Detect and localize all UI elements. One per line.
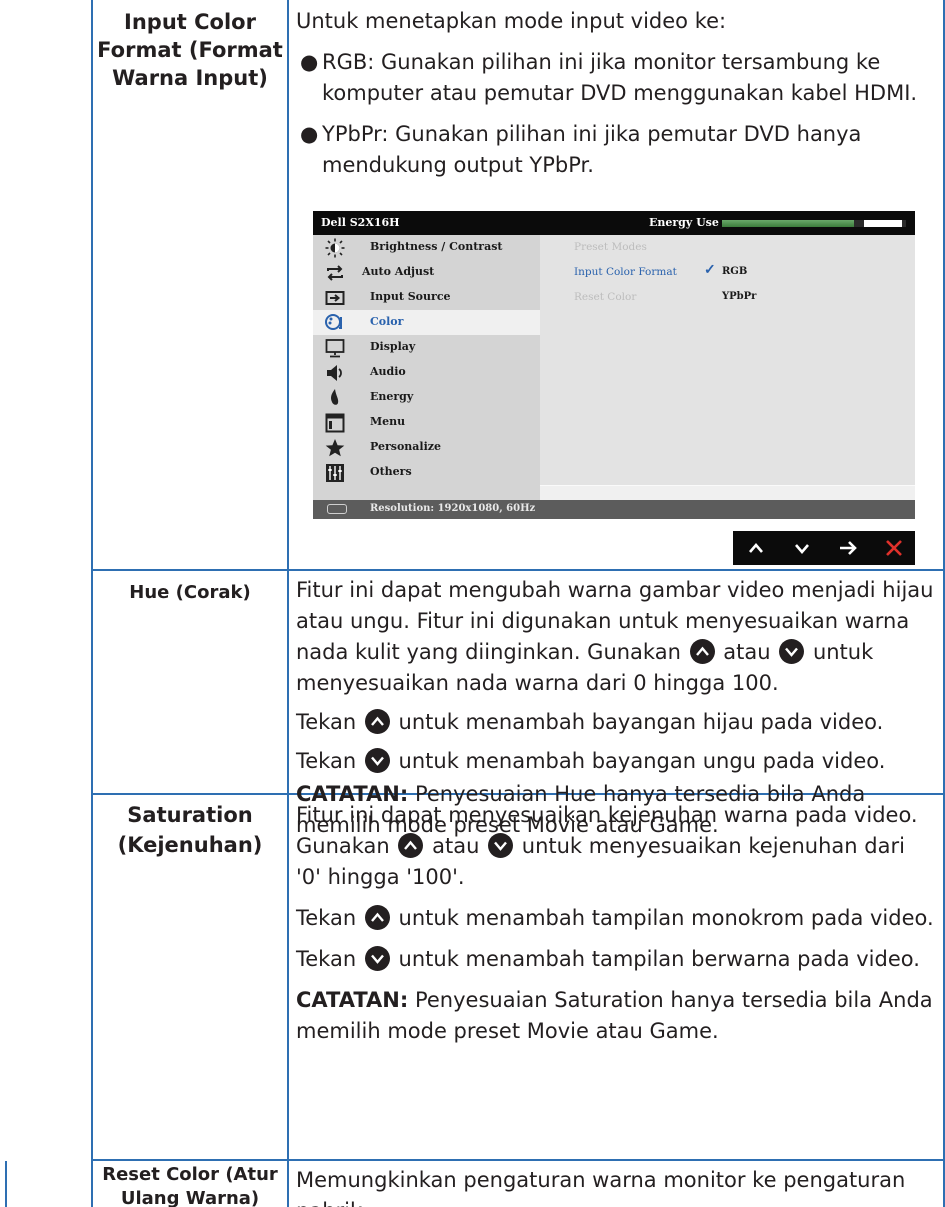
menu-item-energy[interactable]: Energy: [313, 385, 540, 410]
row-label-hue: Hue (Corak): [129, 582, 251, 603]
option-rgb[interactable]: RGB: [722, 266, 747, 277]
menu-item-menu[interactable]: Menu: [313, 410, 540, 435]
energy-use-meter: [722, 220, 906, 227]
table-outer-edge: [5, 1161, 7, 1207]
row-desc-input-color-format: Untuk menetapkan mode input video ke: ● R…: [296, 6, 936, 181]
menu-item-color[interactable]: Color: [313, 310, 540, 335]
submenu-empty-row: [540, 435, 915, 461]
menu-item-brightness-contrast[interactable]: Brightness / Contrast: [313, 235, 540, 260]
vga-connector-icon: [327, 504, 347, 514]
row-label-input-color-format: Input Color Format (Format Warna Input): [97, 10, 283, 90]
down-button-icon: [364, 946, 390, 971]
menu-item-audio[interactable]: Audio: [313, 360, 540, 385]
menu-item-input-source[interactable]: Input Source: [313, 285, 540, 310]
intro-text: Untuk menetapkan mode input video ke:: [296, 9, 727, 33]
display-icon: [325, 339, 345, 358]
up-button-icon: [689, 639, 715, 664]
audio-icon: [327, 365, 342, 381]
down-button-icon: [779, 639, 805, 664]
osd-button-bar: [733, 531, 915, 565]
resolution-text: Resolution: 1920x1080, 60Hz: [370, 503, 536, 514]
submenu-preset-modes[interactable]: Preset Modes: [540, 235, 915, 261]
saturation-paragraph-3: Tekan untuk menambah tampilan berwarna p…: [296, 946, 920, 971]
row-label-saturation: Saturation (Kejenuhan): [117, 803, 263, 857]
color-icon: [325, 314, 342, 330]
saturation-paragraph-1: Fitur ini dapat menyesuaikan kejenuhan w…: [296, 803, 918, 889]
checkmark-icon: ✓: [704, 262, 716, 278]
personalize-icon: [325, 439, 345, 457]
option-ypbpr[interactable]: YPbPr: [722, 291, 756, 302]
up-button-icon: [364, 709, 390, 734]
osd-status-bar: Resolution: 1920x1080, 60Hz: [313, 500, 915, 519]
row-label-reset-color: Reset Color (Atur Ulang Warna): [102, 1164, 278, 1207]
osd-submenu: Preset Modes Input Color Format ✓ RGB Re…: [540, 235, 915, 500]
menu-icon: [325, 413, 345, 433]
osd-model-title: Dell S2X16H: [321, 216, 400, 229]
others-icon: [326, 464, 344, 482]
submenu-empty-row: [540, 360, 915, 386]
right-arrow-icon[interactable]: [837, 537, 859, 559]
osd-menu-screenshot: Dell S2X16H Energy Use Brightness / Cont…: [313, 211, 915, 519]
hue-paragraph-2: Tekan untuk menambah bayangan hijau pada…: [296, 709, 884, 734]
osd-main-menu: Brightness / Contrast Auto Adjust Input …: [313, 235, 540, 500]
manual-page: Input Color Format (Format Warna Input) …: [0, 0, 945, 1207]
brightness-icon: [325, 238, 345, 258]
submenu-empty-row: [540, 410, 915, 436]
submenu-empty-row: [540, 335, 915, 361]
menu-item-personalize[interactable]: Personalize: [313, 435, 540, 460]
menu-item-auto-adjust[interactable]: Auto Adjust: [313, 260, 540, 285]
menu-item-others[interactable]: Others: [313, 460, 540, 485]
down-button-icon: [364, 748, 390, 773]
table-left-border: [91, 0, 93, 1207]
osd-title-bar: Dell S2X16H Energy Use: [313, 211, 915, 235]
menu-item-display[interactable]: Display: [313, 335, 540, 360]
energy-use-fill: [722, 220, 855, 227]
energy-icon: [331, 389, 339, 405]
down-arrow-icon[interactable]: [791, 537, 813, 559]
row-divider: [91, 569, 945, 571]
hue-paragraph-3: Tekan untuk menambah bayangan ungu pada …: [296, 748, 886, 773]
close-icon[interactable]: [883, 537, 905, 559]
saturation-paragraph-2: Tekan untuk menambah tampilan monokrom p…: [296, 905, 934, 930]
up-arrow-icon[interactable]: [745, 537, 767, 559]
energy-use-label: Energy Use: [649, 216, 719, 229]
input-source-icon: [325, 291, 345, 305]
up-button-icon: [398, 833, 424, 858]
bullet-ypbpr: ● YPbPr: Gunakan pilihan ini jika pemutar…: [300, 122, 862, 177]
saturation-note: CATATAN: Penyesuaian Saturation hanya te…: [296, 988, 933, 1043]
table-column-divider: [287, 0, 289, 1207]
energy-use-end: [864, 220, 902, 227]
submenu-input-color-format[interactable]: Input Color Format ✓ RGB: [540, 260, 915, 286]
row-desc-saturation: Fitur ini dapat menyesuaikan kejenuhan w…: [296, 800, 936, 1047]
hue-paragraph-1: Fitur ini dapat mengubah warna gambar vi…: [296, 578, 934, 695]
down-button-icon: [488, 833, 514, 858]
row-divider: [91, 1159, 945, 1161]
submenu-reset-color[interactable]: Reset Color YPbPr: [540, 285, 915, 311]
up-button-icon: [364, 905, 390, 930]
submenu-empty-row: [540, 460, 915, 486]
row-desc-reset-color: Memungkinkan pengaturan warna monitor ke…: [296, 1168, 906, 1207]
bullet-rgb: ● RGB: Gunakan pilihan ini jika monitor t…: [300, 50, 918, 105]
submenu-empty-row: [540, 310, 915, 336]
auto-adjust-icon: [327, 265, 343, 281]
submenu-empty-row: [540, 385, 915, 411]
